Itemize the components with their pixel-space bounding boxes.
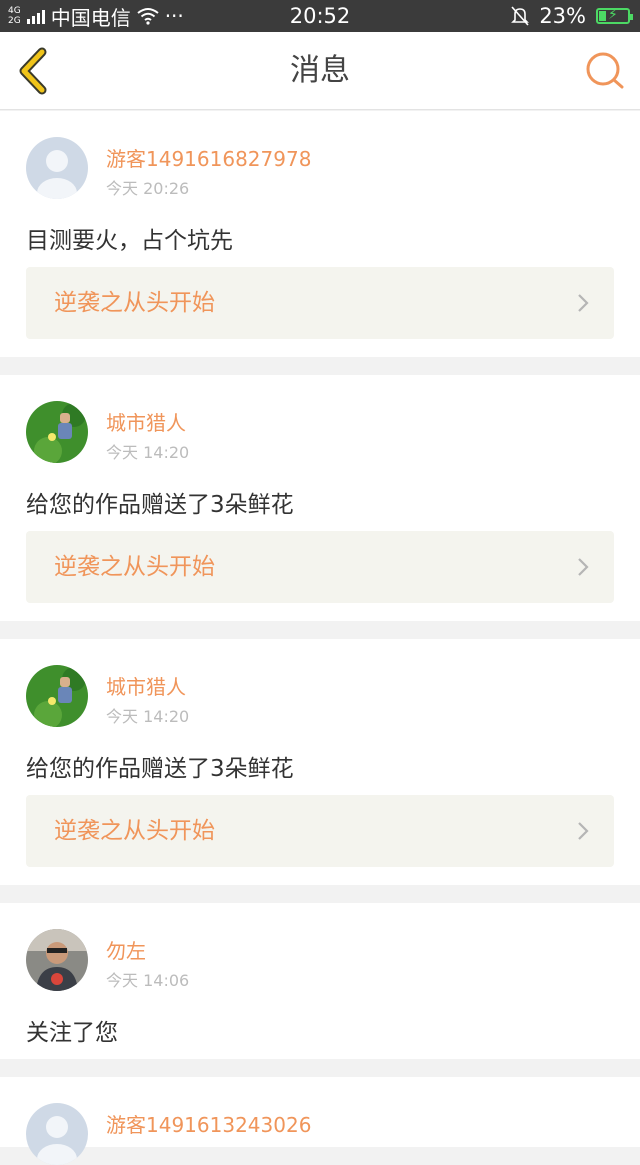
work-link[interactable]: 逆袭之从头开始 xyxy=(26,795,614,867)
chevron-right-icon xyxy=(578,294,589,312)
message-time: 今天 14:06 xyxy=(106,971,190,990)
message-card[interactable]: 城市猎人 今天 14:20 给您的作品赠送了3朵鲜花 逆袭之从头开始 xyxy=(0,375,640,621)
user-name[interactable]: 城市猎人 xyxy=(106,671,186,700)
message-card[interactable]: 游客1491616827978 今天 20:26 目测要火，占个坑先 逆袭之从头… xyxy=(0,111,640,357)
search-icon xyxy=(586,52,624,89)
work-title: 逆袭之从头开始 xyxy=(54,290,215,316)
message-time: 今天 14:20 xyxy=(106,707,190,726)
message-text: 给您的作品赠送了3朵鲜花 xyxy=(26,756,294,782)
default-avatar[interactable] xyxy=(26,137,88,199)
message-text: 给您的作品赠送了3朵鲜花 xyxy=(26,492,294,518)
user-name[interactable]: 游客1491613243026 xyxy=(106,1109,311,1138)
header: 消息 xyxy=(0,32,640,110)
message-text: 目测要火，占个坑先 xyxy=(26,228,233,254)
search-button[interactable] xyxy=(584,50,626,92)
user-name[interactable]: 勿左 xyxy=(106,935,146,964)
silent-bell-icon xyxy=(511,6,530,26)
battery-icon: ⚡ xyxy=(596,7,633,24)
game-character-avatar[interactable] xyxy=(26,665,88,727)
status-right: 23% ⚡ xyxy=(511,0,633,32)
message-card[interactable]: 城市猎人 今天 14:20 给您的作品赠送了3朵鲜花 逆袭之从头开始 xyxy=(0,639,640,885)
message-card[interactable]: 勿左 今天 14:06 关注了您 xyxy=(0,903,640,1059)
work-title: 逆袭之从头开始 xyxy=(54,818,215,844)
user-name[interactable]: 游客1491616827978 xyxy=(106,143,311,172)
work-title: 逆袭之从头开始 xyxy=(54,554,215,580)
chevron-right-icon xyxy=(578,822,589,840)
default-avatar[interactable] xyxy=(26,1103,88,1165)
message-text: 关注了您 xyxy=(26,1020,118,1046)
status-bar: 4G 2G 中国电信 ··· 20:52 23% ⚡ xyxy=(0,0,640,32)
message-time: 今天 20:26 xyxy=(106,179,190,198)
page-title: 消息 xyxy=(290,53,350,88)
user-name[interactable]: 城市猎人 xyxy=(106,407,186,436)
battery-percent: 23% xyxy=(539,4,586,28)
message-card[interactable]: 游客1491613243026 xyxy=(0,1077,640,1165)
chevron-right-icon xyxy=(578,558,589,576)
message-time: 今天 14:20 xyxy=(106,443,190,462)
work-link[interactable]: 逆袭之从头开始 xyxy=(26,267,614,339)
game-character-avatar[interactable] xyxy=(26,401,88,463)
photo-avatar[interactable] xyxy=(26,929,88,991)
work-link[interactable]: 逆袭之从头开始 xyxy=(26,531,614,603)
